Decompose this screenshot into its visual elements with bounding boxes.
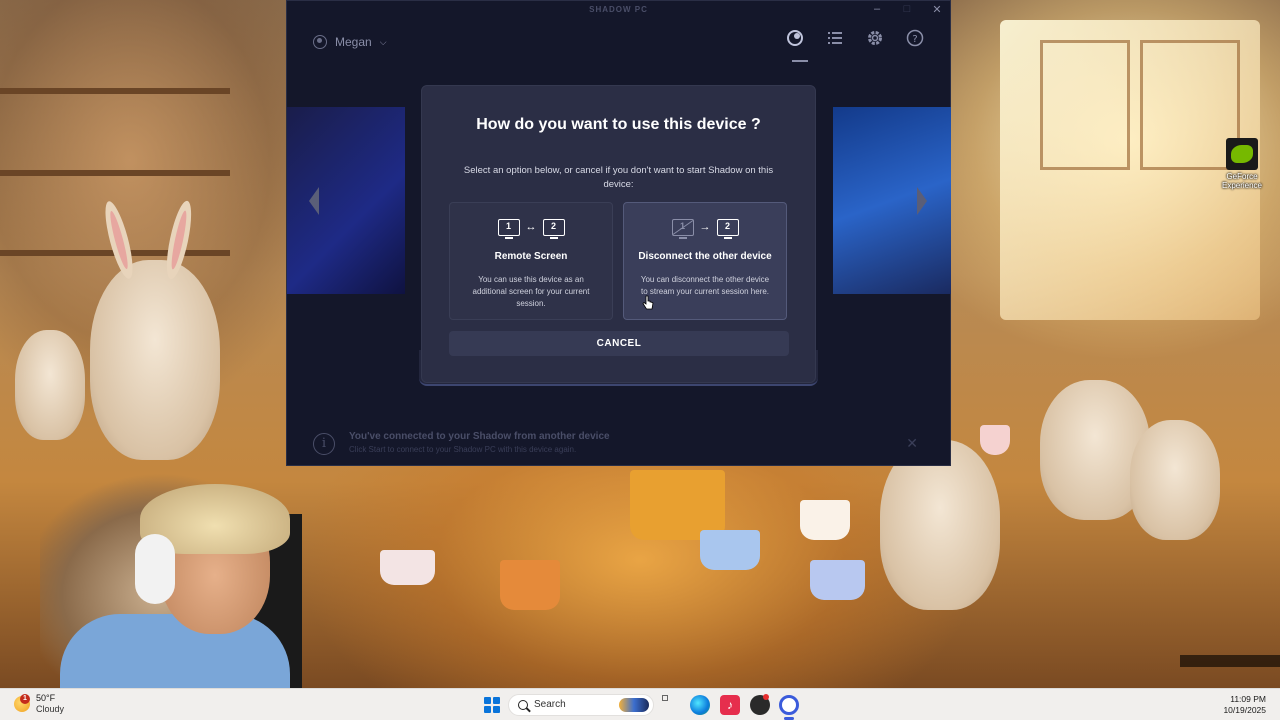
wallpaper-shelf xyxy=(0,88,230,94)
clock-date: 10/19/2025 xyxy=(1223,705,1266,715)
edge-browser-icon[interactable] xyxy=(690,695,710,715)
active-tab-indicator xyxy=(792,60,808,62)
search-highlight-icon xyxy=(619,698,649,712)
minimize-button[interactable]: – xyxy=(872,3,882,16)
carousel-prev-arrow-icon[interactable] xyxy=(309,187,319,215)
wallpaper-teacup xyxy=(800,500,850,540)
wallpaper-teacup xyxy=(500,560,560,610)
user-name: Megan xyxy=(335,35,372,49)
window-controls: – □ ✕ xyxy=(872,3,942,16)
dialog-title: How do you want to use this device ? xyxy=(476,116,761,133)
monitor-icon: 2 xyxy=(542,218,565,239)
notification-subtitle: Click Start to connect to your Shadow PC… xyxy=(349,445,577,454)
svg-text:?: ? xyxy=(912,34,917,45)
wallpaper-bunny xyxy=(15,330,85,440)
watermark-logo xyxy=(1180,655,1280,667)
recording-indicator-icon xyxy=(763,694,769,700)
wallpaper-shelf xyxy=(0,170,230,176)
shadow-pc-taskbar-icon[interactable] xyxy=(779,695,799,715)
close-window-button[interactable]: ✕ xyxy=(932,3,942,16)
wallpaper-bunny xyxy=(1130,420,1220,540)
wallpaper-teacup xyxy=(700,530,760,570)
taskbar-search[interactable]: Search xyxy=(508,694,654,716)
taskbar: 1 50°F Cloudy Search ♪ 11:09 PM 10/19/20… xyxy=(0,688,1280,720)
weather-widget[interactable]: 1 50°F Cloudy xyxy=(14,693,64,715)
windows-start-icon[interactable] xyxy=(484,697,500,713)
search-placeholder: Search xyxy=(534,699,566,710)
shadow-logo-icon[interactable] xyxy=(786,29,804,47)
monitor-icon: 1 xyxy=(497,218,520,239)
webcam-person-body xyxy=(60,614,290,688)
wallpaper-window-frame xyxy=(1040,40,1130,170)
bidirectional-arrow-icon: ↔ xyxy=(525,221,537,233)
chevron-down-icon: ⌵ xyxy=(379,36,387,47)
device-usage-dialog: How do you want to use this device ? Sel… xyxy=(421,85,816,383)
system-clock[interactable]: 11:09 PM 10/19/2025 xyxy=(1223,694,1266,716)
notification-bar: i You've connected to your Shadow from a… xyxy=(287,425,950,467)
switch-monitor-icon: 1 → 2 xyxy=(624,217,786,239)
clock-time: 11:09 PM xyxy=(1230,694,1266,704)
monitor-icon: 2 xyxy=(716,218,739,239)
tiktok-icon[interactable]: ♪ xyxy=(720,695,740,715)
option-description: You can disconnect the other device to s… xyxy=(640,275,770,296)
webcam-headphones xyxy=(135,534,175,604)
option-description: You can use this device as an additional… xyxy=(472,275,590,308)
close-icon[interactable]: ✕ xyxy=(906,435,918,452)
weather-temperature: 50°F xyxy=(36,693,56,703)
carousel-card-previous[interactable] xyxy=(287,107,405,294)
dual-monitor-icon: 1 ↔ 2 xyxy=(450,217,612,239)
webcam-overlay xyxy=(40,474,302,688)
notification-title: You've connected to your Shadow from ano… xyxy=(349,431,610,442)
wallpaper-teacup xyxy=(980,425,1010,455)
info-icon: i xyxy=(313,433,335,455)
search-icon xyxy=(518,700,528,710)
desktop-icon-label: GeForce Experience xyxy=(1221,172,1263,190)
option-title: Remote Screen xyxy=(494,251,568,262)
notification-badge: 1 xyxy=(20,694,30,704)
wallpaper-teacup xyxy=(380,550,435,585)
geforce-experience-shortcut[interactable]: GeForce Experience xyxy=(1218,138,1266,190)
user-avatar-icon xyxy=(313,35,327,49)
maximize-button[interactable]: □ xyxy=(902,3,912,16)
arrow-right-icon: → xyxy=(699,221,711,233)
window-title: SHADOW PC xyxy=(589,5,648,14)
disconnected-monitor-icon: 1 xyxy=(671,218,694,239)
weather-condition: Cloudy xyxy=(36,704,65,714)
geforce-icon xyxy=(1226,138,1258,170)
task-view-icon[interactable] xyxy=(662,695,668,701)
user-menu[interactable]: Megan ⌵ xyxy=(313,35,387,49)
wallpaper-bunny xyxy=(90,260,220,460)
list-icon[interactable] xyxy=(826,29,844,47)
wallpaper-teacup xyxy=(810,560,865,600)
app-header: Megan ⌵ ? xyxy=(287,19,950,63)
wallpaper-bunny-ear xyxy=(161,199,197,281)
dialog-description: Select an option below, or cancel if you… xyxy=(463,165,774,190)
option-title: Disconnect the other device xyxy=(638,251,772,262)
wallpaper-bunny-ear xyxy=(99,199,139,281)
header-nav: ? xyxy=(786,29,924,47)
carousel-next-arrow-icon[interactable] xyxy=(917,187,927,215)
title-bar: SHADOW PC – □ ✕ xyxy=(287,1,950,19)
help-icon[interactable]: ? xyxy=(906,29,924,47)
gear-icon[interactable] xyxy=(866,29,884,47)
carousel-card-next[interactable] xyxy=(833,107,951,294)
remote-screen-option[interactable]: 1 ↔ 2 Remote Screen You can use this dev… xyxy=(449,202,613,320)
weather-icon: 1 xyxy=(14,694,30,712)
cancel-button[interactable]: CANCEL xyxy=(449,331,789,356)
